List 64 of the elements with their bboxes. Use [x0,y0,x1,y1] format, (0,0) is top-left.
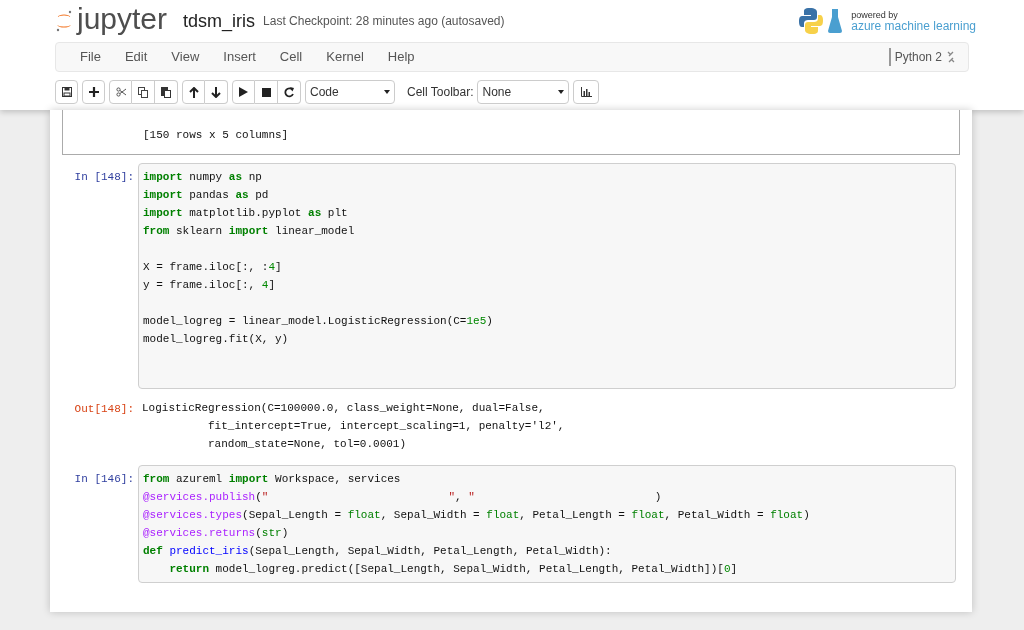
play-icon [239,87,248,97]
brand-name: azure machine learning [851,19,976,32]
output-text: fit_intercept=True, intercept_scaling=1, penalty='l2', [207,419,566,434]
move-up-button[interactable] [182,80,205,104]
paste-icon [161,86,171,98]
dropdown-caret-icon [558,90,565,94]
kernel-name: Python 2 [888,48,942,66]
plus-icon [88,87,99,97]
scissors-icon [115,87,126,97]
code-line: from sklearn import linear_model [143,224,356,239]
copy-button[interactable] [132,80,155,104]
menu-item[interactable]: View [159,47,212,67]
code-line: @services.publish(" ", " ) [143,490,663,505]
stop-button[interactable] [255,80,278,104]
output-text: random_state=None, tol=0.0001) [207,437,408,452]
jupyter-logo-icon [55,9,73,33]
output-text: LogisticRegression(C=100000.0, class_weight=None, dual=False, [142,401,546,416]
menu-item[interactable]: Kernel [314,47,376,67]
move-down-button[interactable] [205,80,228,104]
paste-button[interactable] [155,80,178,104]
copy-icon [138,86,148,98]
restart-button[interactable] [278,80,301,104]
code-line: import numpy as np [143,170,263,185]
down-arrow-icon [211,86,221,98]
cell-toolbar-label: Cell Toolbar: [407,84,474,101]
chart-button[interactable] [573,80,600,104]
link-icon [946,51,956,63]
code-line: @services.types(Sepal_Length = float, Sepal_Width = float, Petal_Length = float, Petal_Width = float) [143,508,811,523]
python-logo-icon [799,7,824,35]
stop-icon [261,87,271,97]
add-cell-button[interactable] [82,80,105,104]
code-line: model_logreg.fit(X, y) [143,332,290,347]
code-line: from azureml import Workspace, services [143,472,402,487]
code-line: @services.returns(str) [143,526,290,541]
code-line: model_logreg = linear_model.LogisticRegression(C=1e5) [143,314,494,329]
cut-button[interactable] [109,80,132,104]
cell-type-select[interactable]: Code [305,80,395,104]
cell-prompt: Out[148]: [73,402,135,417]
refresh-icon [284,86,294,98]
checkpoint-status: Last Checkpoint: 28 minutes ago (autosaved) [263,13,505,30]
jupyter-logo-text[interactable]: jupyter [77,4,168,34]
cell-toolbar-select[interactable]: None [477,80,570,104]
bar-chart-icon [581,87,592,97]
run-button[interactable] [232,80,255,104]
powered-by-label: powered by [851,10,898,20]
cell-prompt: In [148]: [73,170,135,185]
menu-item[interactable]: Insert [211,47,268,67]
menu-item[interactable]: Cell [267,47,315,67]
code-line: import matplotlib.pyplot as plt [143,206,349,221]
code-line: y = frame.iloc[:, 4] [143,278,277,293]
code-line: import pandas as pd [143,188,270,203]
save-button[interactable] [55,80,78,104]
code-line: def predict_iris(Sepal_Length, Sepal_Width, Petal_Length, Petal_Width): [143,544,613,559]
output-text: [150 rows x 5 columns] [143,128,290,143]
flask-icon [827,8,844,34]
menu-item[interactable]: Edit [112,47,160,67]
menu-item[interactable]: File [68,47,113,67]
code-line: X = frame.iloc[:, :4] [143,260,283,275]
menu-item[interactable]: Help [375,47,427,67]
notebook-name[interactable]: tdsm_iris [183,7,256,35]
code-line: return model_logreg.predict([Sepal_Length, Sepal_Width, Petal_Length, Petal_Width])[0] [168,562,739,577]
cell-prompt: In [146]: [73,472,135,487]
up-arrow-icon [188,86,199,98]
dropdown-caret-icon [384,90,390,94]
